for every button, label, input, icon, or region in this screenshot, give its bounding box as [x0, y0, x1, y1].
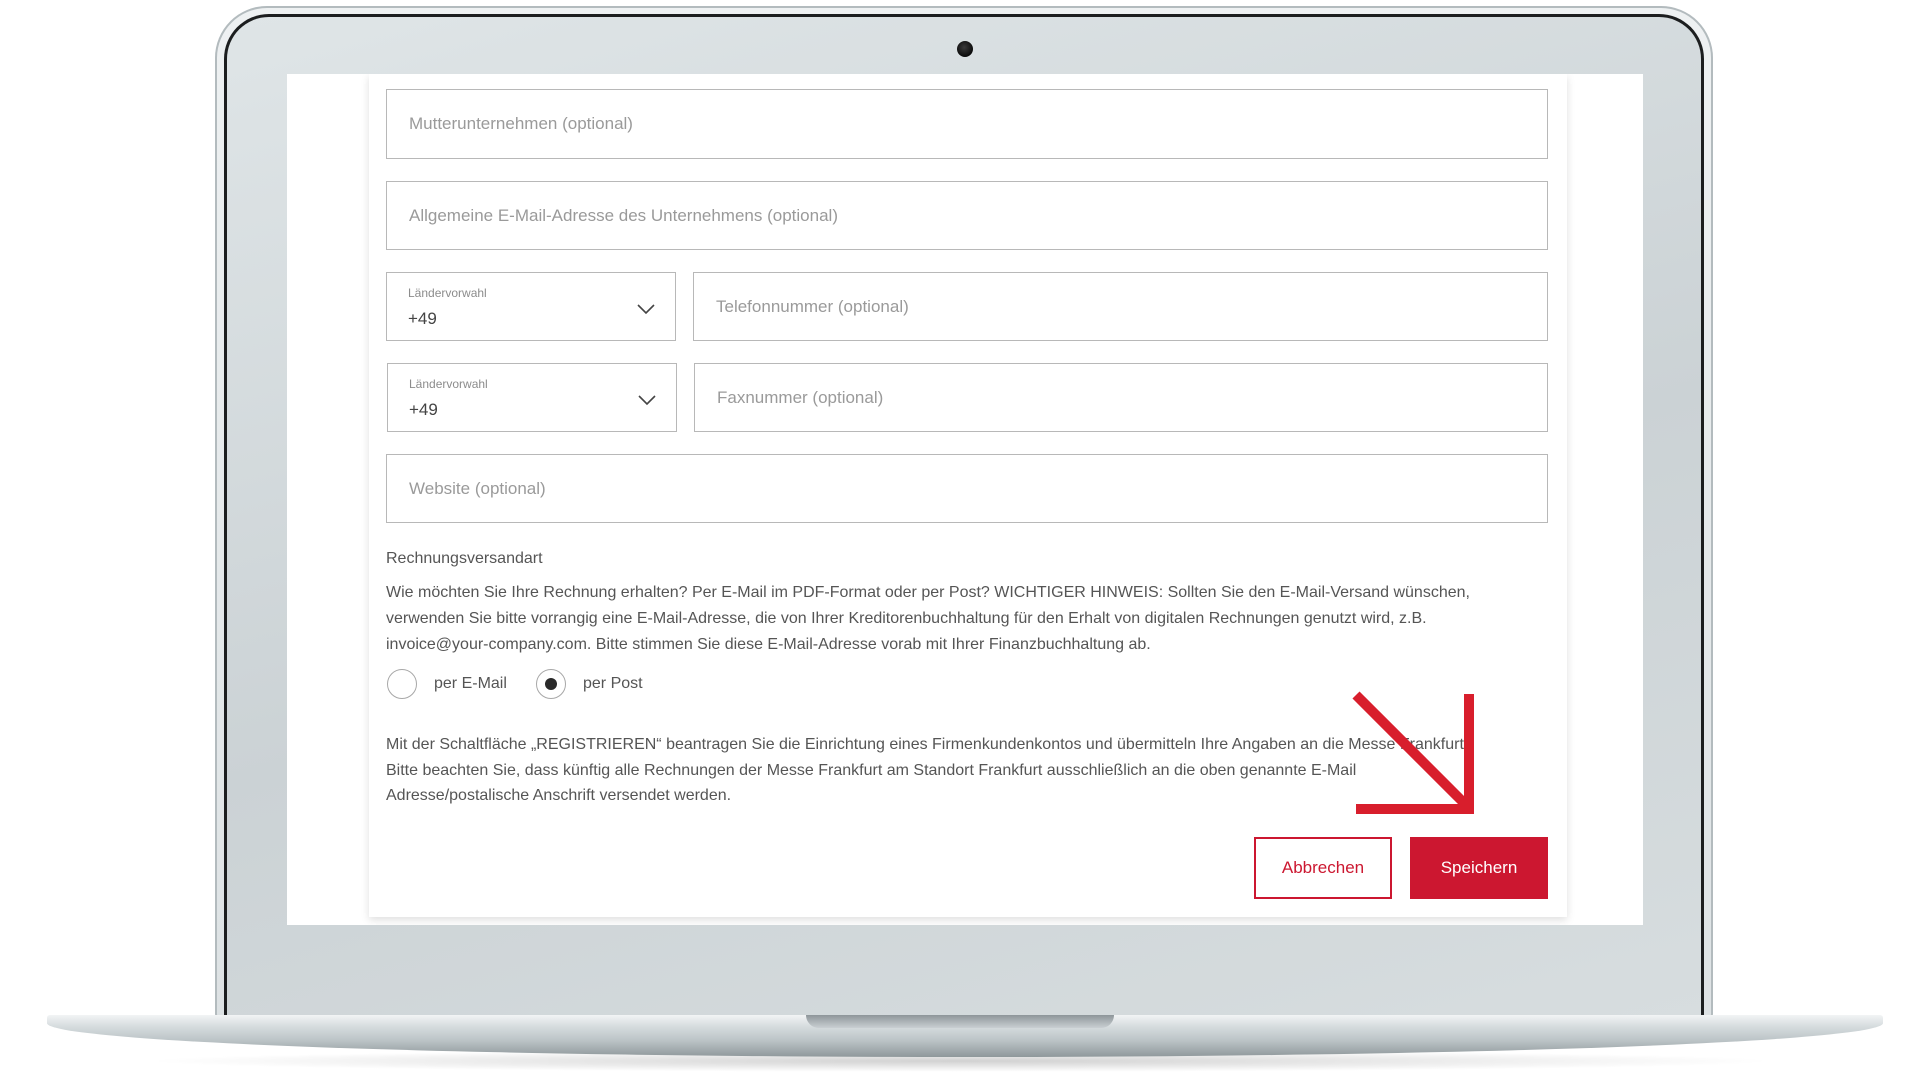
laptop-hinge-notch [806, 1015, 1114, 1028]
phone-country-code-select[interactable]: Ländervorwahl +49 [386, 272, 676, 341]
notice-line: Bitte beachten Sie, dass künftig alle Re… [386, 761, 1357, 779]
chevron-down-icon [637, 304, 655, 315]
select-value: +49 [409, 400, 438, 419]
radio-label: per E-Mail [434, 675, 507, 692]
notice-line: Mit der Schaltfläche „REGISTRIEREN“ bean… [386, 736, 1469, 753]
chevron-down-icon [638, 395, 656, 406]
radio-email[interactable] [387, 669, 417, 699]
registration-form-card: Ländervorwahl +49 Ländervorwahl +49 Rech… [369, 74, 1567, 917]
notice-line: Adresse/postalische Anschrift versendet … [386, 787, 732, 804]
registration-notice: Mit der Schaltfläche „REGISTRIEREN“ bean… [386, 732, 1468, 809]
description-line: invoice@your-company.com. Bitte stimmen … [386, 636, 1151, 653]
select-label: Ländervorwahl [409, 377, 488, 391]
phone-number-input[interactable] [693, 272, 1548, 341]
radio-option-post[interactable]: per Post [536, 669, 656, 699]
invoice-delivery-description: Wie möchten Sie Ihre Rechnung erhalten? … [386, 580, 1470, 658]
radio-label: per Post [583, 675, 643, 692]
radio-option-email[interactable]: per E-Mail [387, 669, 507, 699]
select-value: +49 [408, 309, 437, 328]
description-line: verwenden Sie bitte vorrangig eine E-Mai… [386, 610, 1427, 627]
save-button[interactable]: Speichern [1410, 837, 1548, 899]
invoice-delivery-title: Rechnungsversandart [386, 550, 543, 567]
parent-company-input[interactable] [386, 89, 1548, 159]
description-line: Wie möchten Sie Ihre Rechnung erhalten? … [386, 584, 1470, 601]
fax-country-code-select[interactable]: Ländervorwahl +49 [387, 363, 677, 432]
radio-post[interactable] [536, 669, 566, 699]
laptop-screen: Ländervorwahl +49 Ländervorwahl +49 Rech… [287, 74, 1643, 925]
webcam [957, 41, 973, 57]
select-label: Ländervorwahl [408, 286, 487, 300]
website-input[interactable] [386, 454, 1548, 523]
company-email-input[interactable] [386, 181, 1548, 250]
cancel-button[interactable]: Abbrechen [1254, 837, 1392, 899]
fax-number-input[interactable] [694, 363, 1548, 432]
